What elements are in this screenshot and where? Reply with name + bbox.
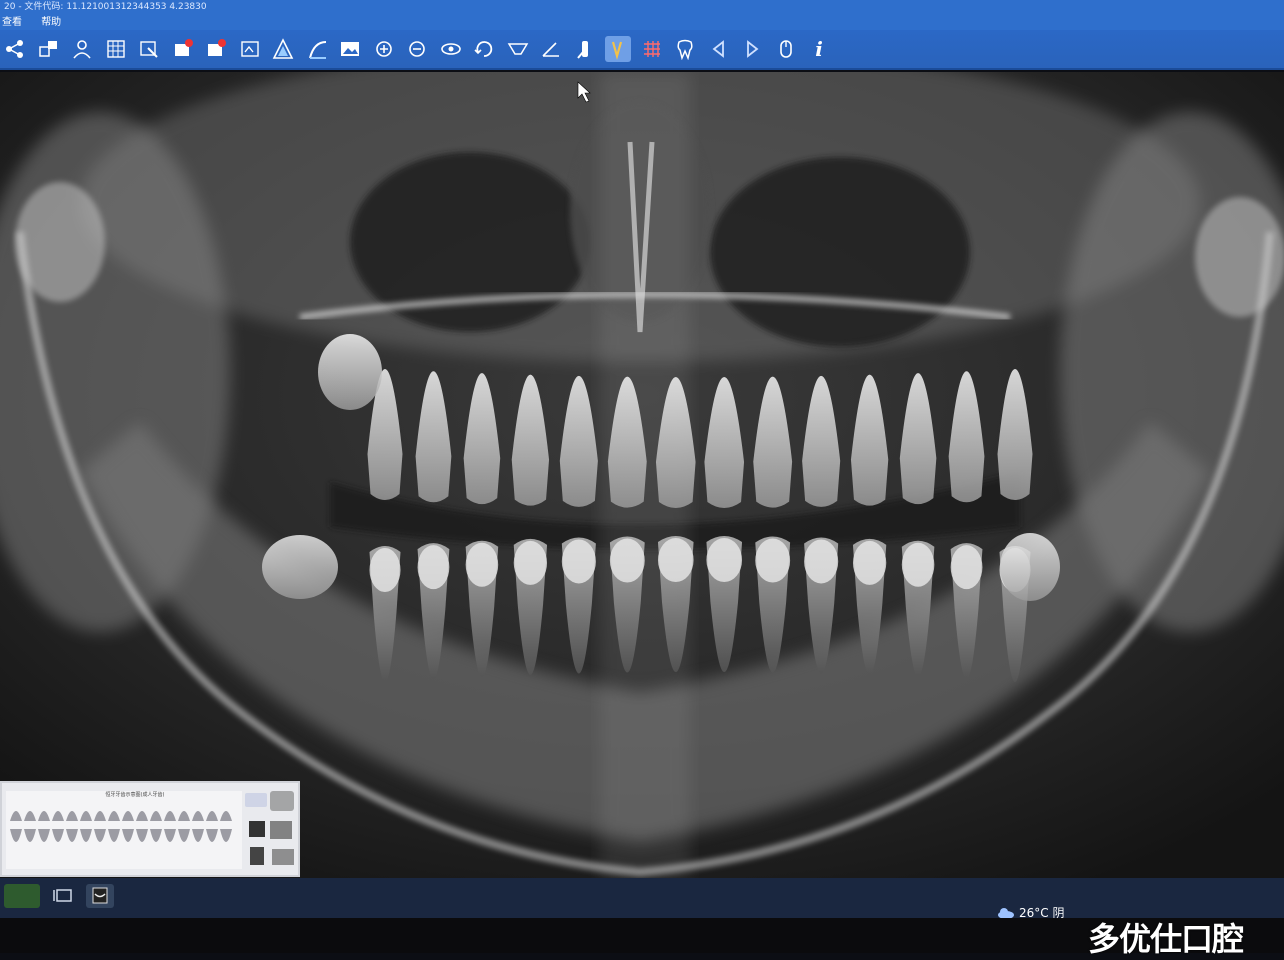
grid-overlay-icon[interactable]: [639, 36, 665, 62]
patient-icon[interactable]: [69, 36, 95, 62]
upper-left-wisdom-tooth: [318, 334, 382, 410]
implant-icon[interactable]: [572, 36, 598, 62]
picture-icon[interactable]: [337, 36, 363, 62]
next-icon[interactable]: [739, 36, 765, 62]
task-view-icon[interactable]: [50, 884, 78, 908]
taskbar: [0, 878, 1284, 918]
tooth-chart-title: 恒牙牙齿示意图(成人牙齿): [105, 792, 165, 798]
tooth-chart-thumbnail[interactable]: 恒牙牙齿示意图(成人牙齿): [0, 781, 300, 877]
previous-icon[interactable]: [706, 36, 732, 62]
cloud-icon: [998, 907, 1014, 919]
filter-b-icon[interactable]: [304, 36, 330, 62]
panoramic-xray-image: [0, 72, 1284, 880]
toolbar: i: [0, 30, 1284, 70]
xray-viewer[interactable]: [0, 72, 1284, 880]
lower-left-wisdom-tooth: [262, 535, 338, 599]
menu-view[interactable]: 查看: [2, 17, 22, 28]
share-icon[interactable]: [2, 36, 28, 62]
view-icon[interactable]: [438, 36, 464, 62]
menu-help[interactable]: 帮助: [41, 17, 61, 28]
image-settings-icon[interactable]: [237, 36, 263, 62]
measure-icon[interactable]: [505, 36, 531, 62]
layout-icon[interactable]: [36, 36, 62, 62]
lower-right-wisdom-tooth: [1000, 533, 1060, 601]
mouse-icon[interactable]: [773, 36, 799, 62]
delete-icon[interactable]: [203, 36, 229, 62]
filter-a-icon[interactable]: [270, 36, 296, 62]
delete-image-icon[interactable]: [170, 36, 196, 62]
rotate-icon[interactable]: [471, 36, 497, 62]
zoom-in-icon[interactable]: [371, 36, 397, 62]
angle-icon[interactable]: [538, 36, 564, 62]
watermark: 多优仕口腔: [1088, 920, 1244, 958]
plant-app-icon[interactable]: [4, 884, 40, 908]
export-icon[interactable]: [136, 36, 162, 62]
brush-icon[interactable]: [605, 36, 631, 62]
grid-icon[interactable]: [103, 36, 129, 62]
tooth-icon[interactable]: [672, 36, 698, 62]
info-icon[interactable]: i: [806, 36, 832, 62]
zoom-out-icon[interactable]: [404, 36, 430, 62]
xray-app-taskbar-icon[interactable]: [86, 884, 114, 908]
info-label: i: [815, 37, 823, 61]
